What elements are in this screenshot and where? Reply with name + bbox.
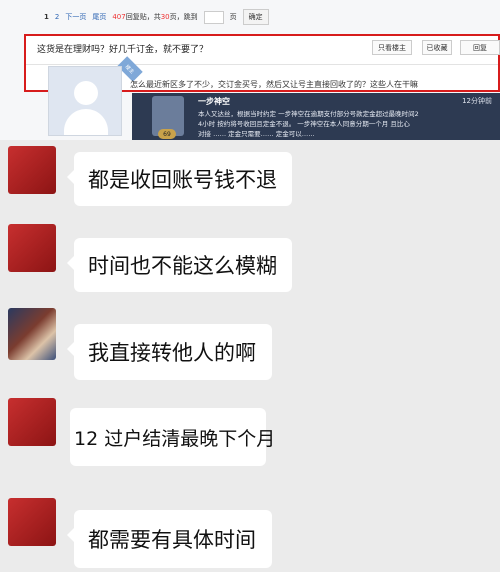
post-time: 12分钟前 xyxy=(462,97,492,105)
chat-bubble: 都是收回账号钱不退 xyxy=(67,152,292,206)
last-page-link[interactable]: 尾页 xyxy=(92,12,106,22)
page-suffix: 页，跳到 xyxy=(169,13,198,21)
page-unit: 页 xyxy=(229,13,237,21)
page-count: 30 xyxy=(160,13,170,21)
divider xyxy=(26,64,498,65)
avatar[interactable] xyxy=(8,498,56,546)
page-jump-input[interactable] xyxy=(203,10,224,24)
reply-button[interactable]: 回复 xyxy=(460,40,500,55)
favorited-button[interactable]: 已收藏 xyxy=(422,40,452,55)
forum-screenshot: 1 2 下一页 尾页 407回复贴，共30页，跳到 页 确定 这货是在理财吗？好… xyxy=(0,0,500,140)
chat-panel: 都是收回账号钱不退 时间也不能这么模糊 我直接转他人的啊 12 过户结清最晚下个… xyxy=(0,140,500,572)
chat-bubble: 时间也不能这么模糊 xyxy=(67,238,292,292)
game-text-line: 4小时 按约将号收回且定金不退。 一步神空在本人同意分期一个月 且比心 xyxy=(198,120,410,128)
game-text-line: 对接 …… 定金只需要…… 定金可以…… xyxy=(198,130,315,138)
only-op-button[interactable]: 只看楼主 xyxy=(372,40,412,55)
default-avatar-icon[interactable] xyxy=(48,66,122,136)
confirm-button[interactable]: 确定 xyxy=(242,9,269,25)
pagination: 1 2 下一页 尾页 407回复贴，共30页，跳到 页 确定 xyxy=(44,9,269,25)
avatar[interactable] xyxy=(8,146,56,194)
avatar[interactable] xyxy=(8,224,56,272)
reply-suffix: 回复贴，共 xyxy=(125,13,161,21)
chat-bubble: 我直接转他人的啊 xyxy=(67,324,272,380)
thread-title: 这货是在理财吗？好几千订金，就不要了？ xyxy=(37,45,209,55)
reply-count: 407 xyxy=(112,13,126,21)
chat-bubble: 12 过户结清最晚下个月 xyxy=(70,408,275,466)
player-name: 一步神空 xyxy=(198,97,230,106)
avatar[interactable] xyxy=(8,398,56,446)
post-text: 怎么最近新区多了不少，交订金买号，然后又让号主直接回收了的？这些人在干嘛 xyxy=(130,80,418,89)
next-page-link[interactable]: 下一页 xyxy=(65,12,86,22)
avatar[interactable] xyxy=(8,308,56,360)
page-1-link[interactable]: 1 xyxy=(44,13,49,21)
player-level-badge: 69 xyxy=(158,129,176,139)
chat-bubble: 都需要有具体时间 xyxy=(67,510,272,568)
game-screenshot-image: 69 一步神空 12分钟前 本人又达丝，根据当时约定 一步神空在逾期支付部分号款… xyxy=(132,93,500,140)
game-text-line: 本人又达丝，根据当时约定 一步神空在逾期支付部分号款定金超过最晚时间2 xyxy=(198,110,419,118)
page-2-link[interactable]: 2 xyxy=(55,13,59,21)
